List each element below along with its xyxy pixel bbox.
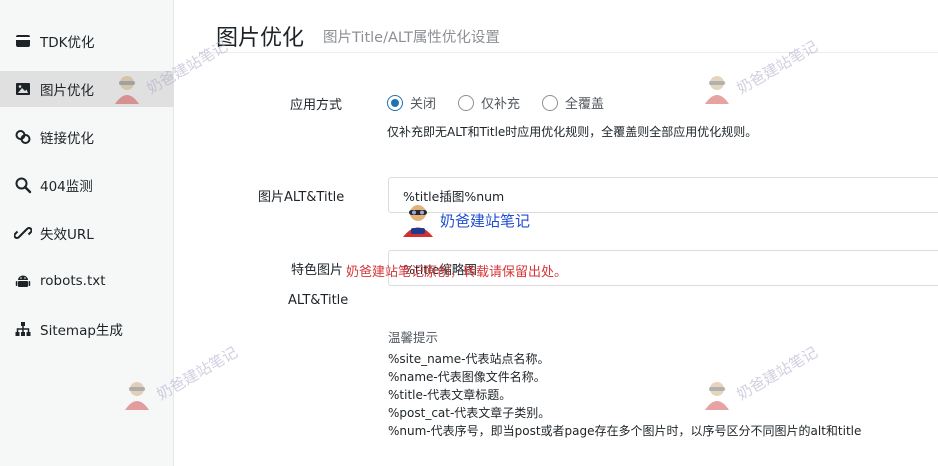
tips-title: 温馨提示: [388, 330, 439, 345]
sidebar-item-broken-url[interactable]: 失效URL: [0, 215, 174, 251]
tip-line: %num-代表序号，即当post或者page存在多个图片时，以序号区分不同图片的…: [388, 424, 862, 438]
sidebar-item-robots[interactable]: robots.txt: [0, 263, 174, 299]
featured-alt-title-label-line1: 特色图片: [291, 263, 344, 278]
sidebar-item-label: robots.txt: [40, 273, 106, 289]
sidebar-item-link[interactable]: 链接优化: [0, 119, 174, 155]
mascot-icon: [403, 205, 433, 237]
sidebar-item-label: 404监测: [40, 179, 93, 195]
android-icon: [14, 272, 32, 290]
sidebar: TDK优化 图片优化 链接优化 404监测 失效URL robots.txt S…: [0, 0, 174, 466]
page-subtitle: 图片Title/ALT属性优化设置: [323, 30, 500, 46]
radio-supplement-label: 仅补充: [481, 97, 521, 112]
tip-line: %post_cat-代表文章子类别。: [388, 406, 551, 420]
copyright-notice: 奶爸建站笔记原创，转载请保留出处。: [346, 265, 568, 280]
link-icon: [14, 128, 32, 146]
sidebar-item-sitemap[interactable]: Sitemap生成: [0, 311, 174, 347]
sidebar-item-label: 图片优化: [40, 83, 94, 99]
sidebar-item-tdk[interactable]: TDK优化: [0, 23, 174, 59]
watermark: 奶爸建站笔记: [700, 343, 828, 412]
mascot-icon: [705, 76, 729, 104]
apply-mode-radio-group: 关闭 仅补充 全覆盖: [387, 93, 626, 112]
tip-line: %site_name-代表站点名称。: [388, 352, 550, 366]
sidebar-item-image[interactable]: 图片优化: [0, 71, 174, 107]
radio-off[interactable]: 关闭: [387, 93, 436, 112]
sidebar-item-label: 失效URL: [40, 227, 94, 243]
sidebar-item-label: 链接优化: [40, 131, 94, 147]
featured-alt-title-label-line2: ALT&Title: [288, 293, 349, 308]
image-alt-title-label: 图片ALT&Title: [258, 190, 345, 205]
tip-line: %name-代表图像文件名称。: [388, 370, 546, 384]
sidebar-item-404[interactable]: 404监测: [0, 167, 174, 203]
sitemap-icon: [14, 320, 32, 338]
sidebar-item-label: Sitemap生成: [40, 323, 123, 339]
watermark-text: 奶爸建站笔记: [733, 36, 821, 98]
header-divider: [200, 52, 938, 53]
center-watermark-text: 奶爸建站笔记: [440, 211, 531, 230]
page-title: 图片优化: [216, 26, 305, 51]
watermark: 奶爸建站笔记: [700, 37, 828, 106]
radio-supplement-circle[interactable]: [458, 94, 475, 111]
mascot-icon: [705, 382, 729, 410]
sidebar-item-label: TDK优化: [40, 35, 95, 51]
center-watermark: 奶爸建站笔记: [400, 202, 530, 238]
apply-mode-description: 仅补充即无ALT和Title时应用优化规则，全覆盖则全部应用优化规则。: [387, 125, 758, 139]
tdk-icon: [14, 32, 32, 50]
radio-overwrite[interactable]: 全覆盖: [542, 93, 604, 112]
radio-off-circle[interactable]: [387, 94, 403, 111]
radio-off-label: 关闭: [410, 97, 437, 112]
watermark-text: 奶爸建站笔记: [733, 342, 821, 404]
search-icon: [14, 176, 32, 194]
tip-line: %title-代表文章标题。: [388, 388, 512, 402]
radio-overwrite-label: 全覆盖: [565, 97, 605, 112]
broken-link-icon: [14, 224, 32, 242]
radio-supplement[interactable]: 仅补充: [458, 93, 520, 112]
apply-mode-label: 应用方式: [290, 98, 343, 113]
radio-overwrite-circle[interactable]: [542, 94, 559, 111]
image-icon: [14, 80, 32, 98]
